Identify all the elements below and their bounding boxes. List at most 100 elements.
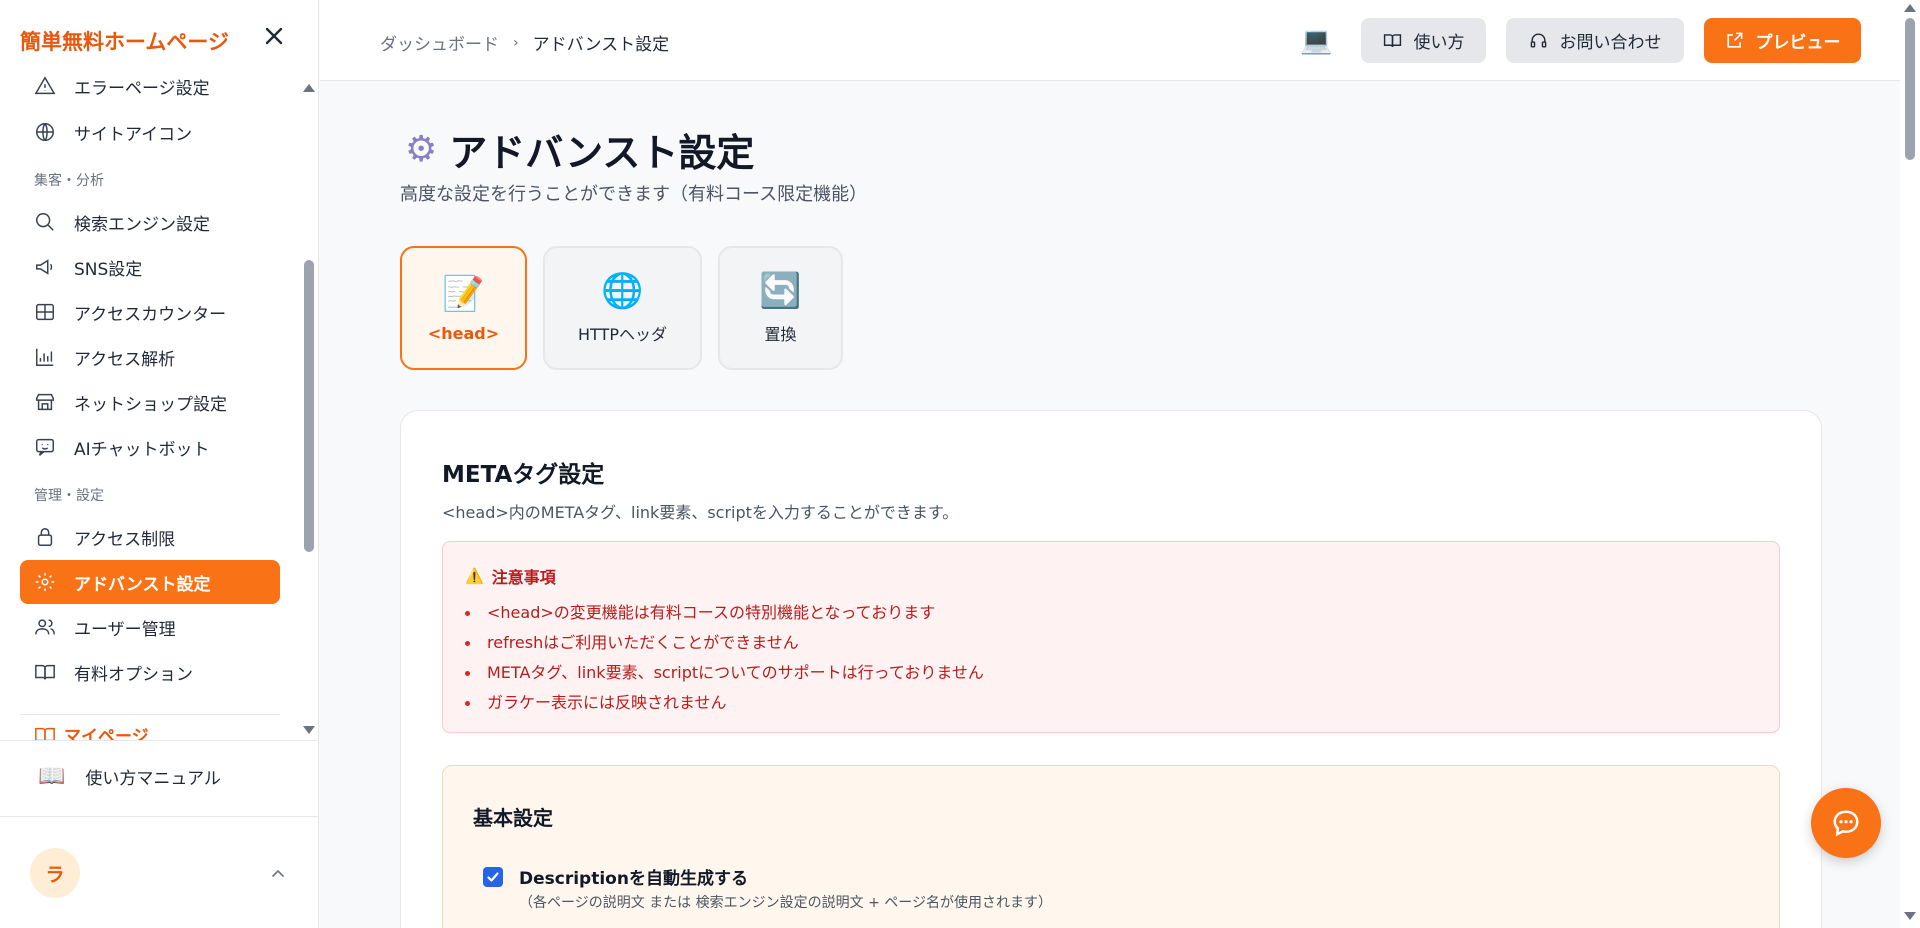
sidebar-item-label: SNS設定 xyxy=(74,259,143,280)
tab-head[interactable]: 📝 <head> xyxy=(400,246,527,370)
grid-icon xyxy=(36,303,54,321)
page-scrollbar-thumb[interactable] xyxy=(1905,18,1915,160)
book-open-icon xyxy=(35,664,55,680)
sidebar-item-label: アクセスカウンター xyxy=(74,304,227,325)
tab-label: 置換 xyxy=(764,325,797,344)
tab-label: <head> xyxy=(427,323,500,343)
top-header: ダッシュボード › アドバンスト設定 💻 使い方 お問い合わせ プレビュー xyxy=(320,0,1900,81)
avatar[interactable]: ラ xyxy=(30,848,80,898)
basic-settings-title: 基本設定 xyxy=(473,806,553,830)
card-description: <head>内のMETAタグ、link要素、scriptを入力することができます… xyxy=(442,503,959,522)
check-icon xyxy=(487,871,499,882)
gear-icon: ⚙ xyxy=(405,129,438,170)
gear-icon xyxy=(35,572,55,592)
sidebar-item-chatbot[interactable]: AIチャットボット xyxy=(20,425,280,469)
sidebar-item-label: 有料オプション xyxy=(74,664,193,685)
globe-icon: 🌐 xyxy=(601,271,644,311)
megaphone-icon xyxy=(36,259,53,275)
tab-replace[interactable]: 🔄 置換 xyxy=(718,246,843,370)
breadcrumb: ダッシュボード › アドバンスト設定 xyxy=(380,30,670,56)
sidebar-item-options[interactable]: 有料オプション xyxy=(20,650,280,694)
auto-description-checkbox[interactable] xyxy=(483,866,503,887)
refresh-icon: 🔄 xyxy=(759,271,802,311)
sidebar-item-access-limit[interactable]: アクセス制限 xyxy=(20,515,280,559)
sidebar-divider xyxy=(0,816,318,817)
scroll-down-arrow[interactable] xyxy=(1904,912,1916,920)
brand-logo[interactable]: 簡単無料ホームページ xyxy=(20,26,229,56)
lock-icon xyxy=(37,528,53,546)
page-scrollbar[interactable] xyxy=(1900,0,1920,928)
sidebar-divider xyxy=(20,714,280,715)
sidebar-item-sns[interactable]: SNS設定 xyxy=(20,245,280,289)
main-content: ⚙ アドバンスト設定 高度な設定を行うことができます（有料コース限定機能） 📝 … xyxy=(320,82,1900,928)
close-icon[interactable] xyxy=(262,24,286,48)
sidebar-item-analysis[interactable]: アクセス解析 xyxy=(20,335,280,379)
external-link-icon xyxy=(1726,32,1742,48)
contact-button[interactable]: お問い合わせ xyxy=(1506,18,1684,63)
laptop-icon[interactable]: 💻 xyxy=(1300,26,1332,56)
sidebar-item-label: ユーザー管理 xyxy=(74,619,176,640)
auto-description-row[interactable]: Descriptionを自動生成する xyxy=(483,864,748,889)
sidebar-section-analytics: 集客・分析 xyxy=(34,173,104,189)
page-subtitle: 高度な設定を行うことができます（有料コース限定機能） xyxy=(400,184,868,205)
scroll-up-arrow[interactable] xyxy=(303,84,315,92)
book-open-icon xyxy=(1383,34,1401,47)
list-item: refreshはご利用いただくことができません xyxy=(465,628,984,658)
sidebar-item-mypage[interactable]: マイページ xyxy=(34,722,149,740)
sidebar-item-error-page[interactable]: エラーページ設定 xyxy=(20,72,280,108)
sidebar-item-label: サイトアイコン xyxy=(74,124,193,145)
sidebar-divider xyxy=(0,740,318,741)
sidebar-item-label: 検索エンジン設定 xyxy=(74,214,210,235)
chevron-up-icon[interactable] xyxy=(270,866,286,882)
store-icon xyxy=(36,393,54,411)
sidebar-item-label: アクセス解析 xyxy=(74,349,176,370)
memo-icon: 📝 xyxy=(442,273,485,314)
sidebar: 簡単無料ホームページ エラーページ設定 サイトアイコン 集客・分析 検索エンジン… xyxy=(0,0,319,928)
list-item: METAタグ、link要素、scriptについてのサポートは行っておりません xyxy=(465,658,984,688)
basic-settings-panel: 基本設定 Descriptionを自動生成する （各ページの説明文 または 検索… xyxy=(442,765,1780,928)
meta-tag-card: METAタグ設定 <head>内のMETAタグ、link要素、scriptを入力… xyxy=(400,410,1822,928)
auto-description-note: （各ページの説明文 または 検索エンジン設定の説明文 + ページ名が使用されます… xyxy=(519,895,1052,911)
bar-chart-icon xyxy=(36,348,54,366)
breadcrumb-current: アドバンスト設定 xyxy=(532,35,670,55)
sidebar-scrollbar-thumb[interactable] xyxy=(304,260,314,552)
warning-icon: ⚠️ xyxy=(465,567,484,585)
warning-icon xyxy=(34,76,56,95)
globe-icon xyxy=(36,123,54,141)
book-icon: 📖 xyxy=(38,764,66,789)
sidebar-item-advanced[interactable]: アドバンスト設定 xyxy=(20,560,280,604)
warning-title: ⚠️ 注意事項 xyxy=(465,564,556,588)
card-title: METAタグ設定 xyxy=(442,462,605,488)
preview-button[interactable]: プレビュー xyxy=(1704,18,1861,63)
sidebar-item-seo[interactable]: 検索エンジン設定 xyxy=(20,200,280,244)
sidebar-item-shop[interactable]: ネットショップ設定 xyxy=(20,380,280,424)
breadcrumb-dashboard[interactable]: ダッシュボード xyxy=(380,30,499,55)
preview-label: プレビュー xyxy=(1755,33,1841,53)
warning-list: <head>の変更機能は有料コースの特別機能となっております refreshはご… xyxy=(465,598,984,718)
sidebar-item-site-icon[interactable]: サイトアイコン xyxy=(20,110,280,154)
chat-button[interactable] xyxy=(1811,788,1881,858)
sidebar-item-counter[interactable]: アクセスカウンター xyxy=(20,290,280,334)
headset-icon xyxy=(1530,33,1546,48)
chatbot-icon xyxy=(36,438,54,456)
book-open-icon xyxy=(35,727,55,740)
sidebar-item-label: エラーページ設定 xyxy=(74,78,210,99)
tab-http-header[interactable]: 🌐 HTTPヘッダ xyxy=(543,246,702,370)
auto-description-label[interactable]: Descriptionを自動生成する xyxy=(519,864,748,889)
manual-link[interactable]: 📖 使い方マニュアル xyxy=(38,764,221,789)
contact-label: お問い合わせ xyxy=(1559,33,1662,53)
howto-button[interactable]: 使い方 xyxy=(1361,18,1486,63)
sidebar-item-label: アドバンスト設定 xyxy=(74,574,211,595)
chevron-right-icon: › xyxy=(513,34,519,51)
warning-box: ⚠️ 注意事項 <head>の変更機能は有料コースの特別機能となっております r… xyxy=(442,541,1780,733)
list-item: <head>の変更機能は有料コースの特別機能となっております xyxy=(465,598,984,628)
sidebar-nav[interactable]: エラーページ設定 サイトアイコン 集客・分析 検索エンジン設定 SNS設定 アク… xyxy=(0,72,318,740)
sidebar-item-label: アクセス制限 xyxy=(74,529,176,550)
scroll-up-arrow[interactable] xyxy=(1904,4,1916,12)
scroll-down-arrow[interactable] xyxy=(303,726,315,734)
manual-label: 使い方マニュアル xyxy=(85,769,221,789)
howto-label: 使い方 xyxy=(1413,33,1465,53)
sidebar-item-users[interactable]: ユーザー管理 xyxy=(20,605,280,649)
chat-bubble-icon xyxy=(1833,810,1859,837)
warning-title-text: 注意事項 xyxy=(491,568,556,587)
